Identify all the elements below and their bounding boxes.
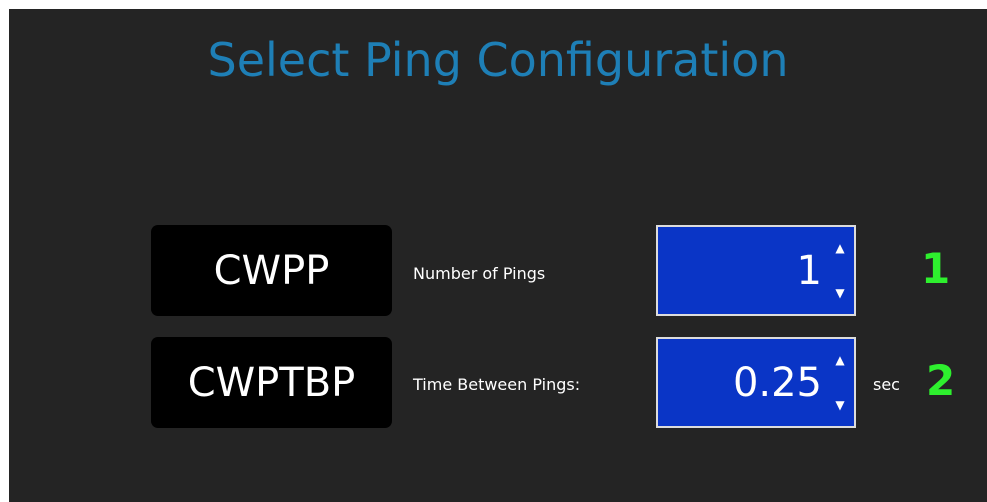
time-between-pings-label: Time Between Pings: bbox=[413, 375, 581, 394]
ping-config-panel: Select Ping Configuration CWPP Number of… bbox=[9, 9, 987, 502]
page-title: Select Ping Configuration bbox=[207, 33, 789, 87]
time-between-pings-value[interactable]: 0.25 bbox=[733, 339, 822, 426]
number-of-pings-label: Number of Pings bbox=[413, 264, 546, 283]
seconds-unit-label: sec bbox=[873, 375, 900, 394]
step-number-1: 1 bbox=[921, 244, 951, 293]
cwpp-code-badge: CWPP bbox=[151, 225, 392, 316]
number-of-pings-spinner[interactable]: 1 ▲ ▼ bbox=[656, 225, 856, 316]
step-number-2: 2 bbox=[926, 356, 956, 405]
cwptbp-code-badge: CWPTBP bbox=[151, 337, 392, 428]
caret-up-icon[interactable]: ▲ bbox=[832, 353, 848, 367]
caret-down-icon[interactable]: ▼ bbox=[832, 286, 848, 300]
number-of-pings-value[interactable]: 1 bbox=[797, 227, 822, 314]
time-between-pings-spinner[interactable]: 0.25 ▲ ▼ bbox=[656, 337, 856, 428]
caret-down-icon[interactable]: ▼ bbox=[832, 398, 848, 412]
caret-up-icon[interactable]: ▲ bbox=[832, 241, 848, 255]
